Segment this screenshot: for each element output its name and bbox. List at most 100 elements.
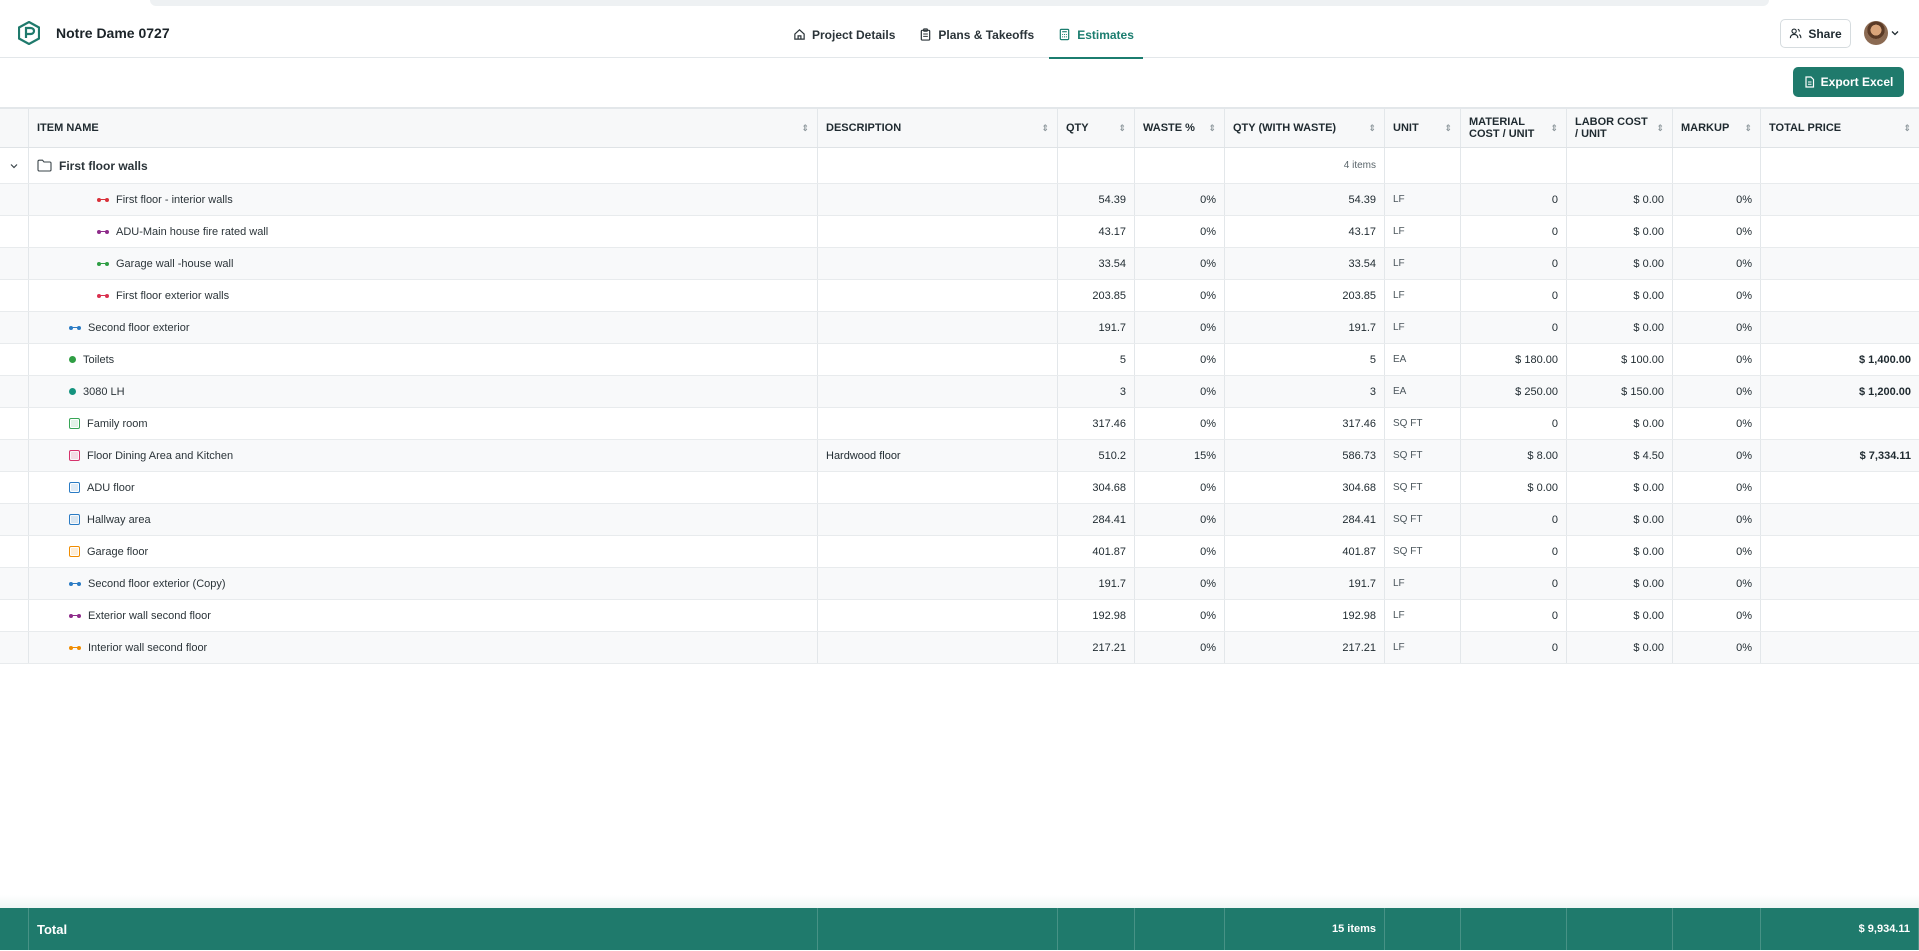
cell-description[interactable] <box>818 376 1058 407</box>
cell-description[interactable] <box>818 408 1058 439</box>
column-header-waste[interactable]: WASTE % ⇕ <box>1135 109 1225 147</box>
table-row[interactable]: Garage wall -house wall 33.54 0% 33.54 LF 0 $ … <box>0 248 1919 280</box>
cell-unit[interactable]: LF <box>1385 568 1461 599</box>
table-row[interactable]: First floor - interior walls 54.39 0% 54.39… <box>0 184 1919 216</box>
cell-unit[interactable]: SQ FT <box>1385 536 1461 567</box>
sort-icon[interactable]: ⇕ <box>1444 122 1452 134</box>
cell-qty[interactable]: 317.46 <box>1058 408 1135 439</box>
cell-description[interactable] <box>818 536 1058 567</box>
sort-icon[interactable]: ⇕ <box>1041 122 1049 134</box>
column-header-description[interactable]: DESCRIPTION ⇕ <box>818 109 1058 147</box>
cell-waste[interactable]: 0% <box>1135 600 1225 631</box>
cell-material-cost[interactable]: 0 <box>1461 504 1567 535</box>
cell-unit[interactable]: EA <box>1385 344 1461 375</box>
cell-labor-cost[interactable]: $ 0.00 <box>1567 632 1673 663</box>
cell-material-cost[interactable]: 0 <box>1461 184 1567 215</box>
cell-labor-cost[interactable]: $ 0.00 <box>1567 472 1673 503</box>
cell-qty[interactable]: 192.98 <box>1058 600 1135 631</box>
group-name-cell[interactable]: First floor walls <box>29 148 818 183</box>
tab-estimates[interactable]: Estimates <box>1049 11 1143 59</box>
cell-description[interactable] <box>818 344 1058 375</box>
cell-markup[interactable] <box>1673 148 1761 183</box>
cell-description[interactable] <box>818 632 1058 663</box>
cell-item-name[interactable]: ADU-Main house fire rated wall <box>29 216 818 247</box>
table-row[interactable]: First floor exterior walls 203.85 0% 203.85… <box>0 280 1919 312</box>
cell-item-name[interactable]: Exterior wall second floor <box>29 600 818 631</box>
cell-item-name[interactable]: Family room <box>29 408 818 439</box>
cell-markup[interactable]: 0% <box>1673 440 1761 471</box>
cell-material-cost[interactable]: 0 <box>1461 280 1567 311</box>
cell-material-cost[interactable]: 0 <box>1461 216 1567 247</box>
cell-description[interactable] <box>818 216 1058 247</box>
cell-description[interactable] <box>818 472 1058 503</box>
table-row[interactable]: ADU-Main house fire rated wall 43.17 0% 43.… <box>0 216 1919 248</box>
sort-icon[interactable]: ⇕ <box>801 122 809 134</box>
cell-markup[interactable]: 0% <box>1673 408 1761 439</box>
cell-labor-cost[interactable]: $ 0.00 <box>1567 312 1673 343</box>
cell-material-cost[interactable]: $ 8.00 <box>1461 440 1567 471</box>
cell-waste[interactable]: 0% <box>1135 312 1225 343</box>
column-header-total-price[interactable]: TOTAL PRICE ⇕ <box>1761 109 1919 147</box>
cell-markup[interactable]: 0% <box>1673 600 1761 631</box>
cell-markup[interactable]: 0% <box>1673 536 1761 567</box>
cell-waste[interactable]: 0% <box>1135 216 1225 247</box>
cell-qty[interactable]: 33.54 <box>1058 248 1135 279</box>
tab-plans-takeoffs[interactable]: Plans & Takeoffs <box>910 11 1043 58</box>
cell-qty[interactable] <box>1058 148 1135 183</box>
cell-description[interactable] <box>818 148 1058 183</box>
table-row[interactable]: Toilets 5 0% 5 EA $ 180.00 $ 100.00 0% $ 1,400.0… <box>0 344 1919 376</box>
sort-icon[interactable]: ⇕ <box>1208 122 1216 134</box>
cell-item-name[interactable]: Floor Dining Area and Kitchen <box>29 440 818 471</box>
cell-material-cost[interactable]: 0 <box>1461 568 1567 599</box>
cell-waste[interactable]: 0% <box>1135 568 1225 599</box>
sort-icon[interactable]: ⇕ <box>1903 122 1911 134</box>
cell-markup[interactable]: 0% <box>1673 504 1761 535</box>
cell-unit[interactable]: LF <box>1385 280 1461 311</box>
cell-item-name[interactable]: Hallway area <box>29 504 818 535</box>
cell-material-cost[interactable]: 0 <box>1461 408 1567 439</box>
cell-qty[interactable]: 5 <box>1058 344 1135 375</box>
cell-markup[interactable]: 0% <box>1673 216 1761 247</box>
tab-project-details[interactable]: Project Details <box>784 11 904 58</box>
cell-unit[interactable]: SQ FT <box>1385 440 1461 471</box>
column-header-qty-with-waste[interactable]: QTY (WITH WASTE) ⇕ <box>1225 109 1385 147</box>
cell-item-name[interactable]: First floor - interior walls <box>29 184 818 215</box>
sort-icon[interactable]: ⇕ <box>1744 122 1752 134</box>
cell-waste[interactable]: 0% <box>1135 280 1225 311</box>
cell-waste[interactable]: 0% <box>1135 632 1225 663</box>
app-logo-icon[interactable] <box>18 21 40 45</box>
cell-labor-cost[interactable]: $ 150.00 <box>1567 376 1673 407</box>
cell-item-name[interactable]: Interior wall second floor <box>29 632 818 663</box>
cell-unit[interactable]: LF <box>1385 600 1461 631</box>
cell-material-cost[interactable]: 0 <box>1461 600 1567 631</box>
cell-material-cost[interactable]: $ 250.00 <box>1461 376 1567 407</box>
group-row[interactable]: First floor walls 4 items <box>0 148 1919 184</box>
table-row[interactable]: Family room 317.46 0% 317.46 SQ FT 0 $ 0.00 0% <box>0 408 1919 440</box>
cell-markup[interactable]: 0% <box>1673 568 1761 599</box>
cell-item-name[interactable]: 3080 LH <box>29 376 818 407</box>
cell-description[interactable] <box>818 312 1058 343</box>
user-menu[interactable] <box>1864 21 1899 45</box>
cell-unit[interactable]: LF <box>1385 216 1461 247</box>
table-row[interactable]: Hallway area 284.41 0% 284.41 SQ FT 0 $ 0.00 0% <box>0 504 1919 536</box>
table-row[interactable]: Exterior wall second floor 192.98 0% 192.98… <box>0 600 1919 632</box>
cell-description[interactable] <box>818 280 1058 311</box>
cell-qty[interactable]: 401.87 <box>1058 536 1135 567</box>
cell-waste[interactable]: 0% <box>1135 472 1225 503</box>
cell-qty[interactable]: 284.41 <box>1058 504 1135 535</box>
table-row[interactable]: ADU floor 304.68 0% 304.68 SQ FT $ 0.00 $ 0.00… <box>0 472 1919 504</box>
cell-qty[interactable]: 191.7 <box>1058 312 1135 343</box>
cell-qty[interactable]: 3 <box>1058 376 1135 407</box>
cell-item-name[interactable]: Second floor exterior (Copy) <box>29 568 818 599</box>
cell-labor-cost[interactable]: $ 0.00 <box>1567 504 1673 535</box>
cell-labor-cost[interactable]: $ 0.00 <box>1567 568 1673 599</box>
column-header-material-cost[interactable]: MATERIAL COST / UNIT ⇕ <box>1461 109 1567 147</box>
cell-unit[interactable]: LF <box>1385 312 1461 343</box>
cell-markup[interactable]: 0% <box>1673 472 1761 503</box>
cell-description[interactable] <box>818 568 1058 599</box>
cell-material-cost[interactable]: 0 <box>1461 632 1567 663</box>
cell-item-name[interactable]: First floor exterior walls <box>29 280 818 311</box>
cell-qty[interactable]: 304.68 <box>1058 472 1135 503</box>
cell-labor-cost[interactable]: $ 0.00 <box>1567 536 1673 567</box>
cell-labor-cost[interactable] <box>1567 148 1673 183</box>
